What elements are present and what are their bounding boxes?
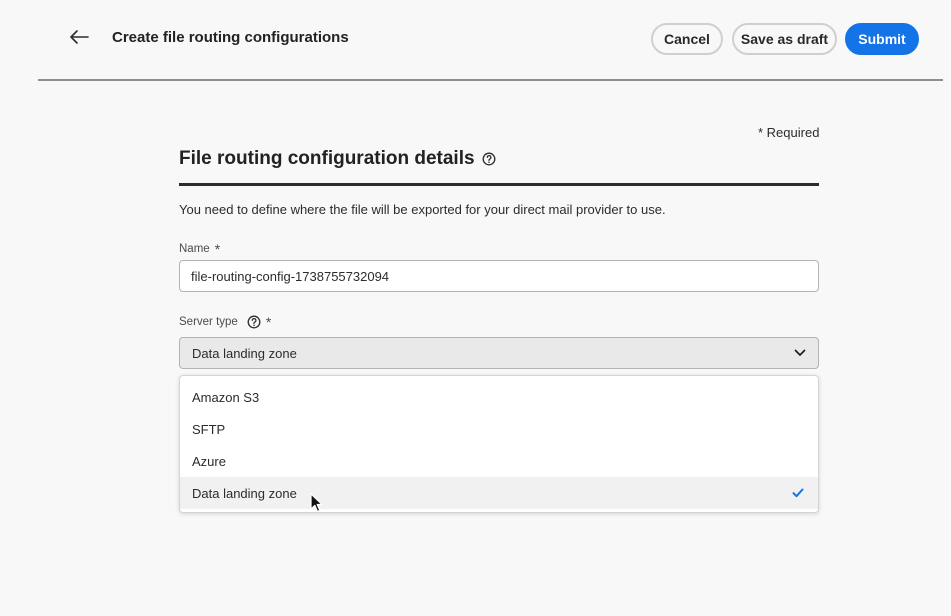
server-type-select[interactable]: Data landing zone <box>179 337 819 369</box>
submit-button[interactable]: Submit <box>845 23 919 55</box>
option-label: Data landing zone <box>192 485 297 501</box>
section-title-text: File routing configuration details <box>179 148 475 169</box>
option-data-landing-zone[interactable]: Data landing zone <box>180 477 818 509</box>
option-label: SFTP <box>192 421 226 437</box>
page-header: Create file routing configurations Cance… <box>38 0 943 81</box>
save-as-draft-button[interactable]: Save as draft <box>732 23 837 55</box>
required-note: * Required <box>758 125 820 140</box>
section-divider <box>179 183 819 186</box>
server-type-label-text: Server type <box>179 316 238 328</box>
cancel-button[interactable]: Cancel <box>651 23 723 55</box>
arrow-left-icon <box>69 29 89 49</box>
option-azure[interactable]: Azure <box>180 445 818 477</box>
name-input[interactable] <box>179 260 819 292</box>
chevron-down-icon <box>794 349 806 357</box>
option-label: Amazon S3 <box>192 389 260 405</box>
option-sftp[interactable]: SFTP <box>180 413 818 445</box>
option-label: Azure <box>192 453 226 469</box>
option-amazon-s3[interactable]: Amazon S3 <box>180 381 818 413</box>
required-asterisk: * <box>265 314 272 330</box>
server-type-dropdown: Amazon S3 SFTP Azure Data landing zone <box>179 375 819 513</box>
help-icon[interactable] <box>482 152 496 166</box>
help-icon[interactable] <box>247 315 261 329</box>
server-type-value: Data landing zone <box>192 345 297 361</box>
back-button[interactable] <box>66 26 92 52</box>
section-title: File routing configuration details <box>179 148 496 170</box>
page-title: Create file routing configurations <box>112 29 349 46</box>
name-label-text: Name <box>179 243 210 255</box>
server-type-label: Server type * <box>179 314 271 330</box>
section-description: You need to define where the file will b… <box>179 202 666 217</box>
checkmark-icon <box>792 488 804 498</box>
name-label: Name * <box>179 241 220 257</box>
required-asterisk: * <box>214 241 221 257</box>
